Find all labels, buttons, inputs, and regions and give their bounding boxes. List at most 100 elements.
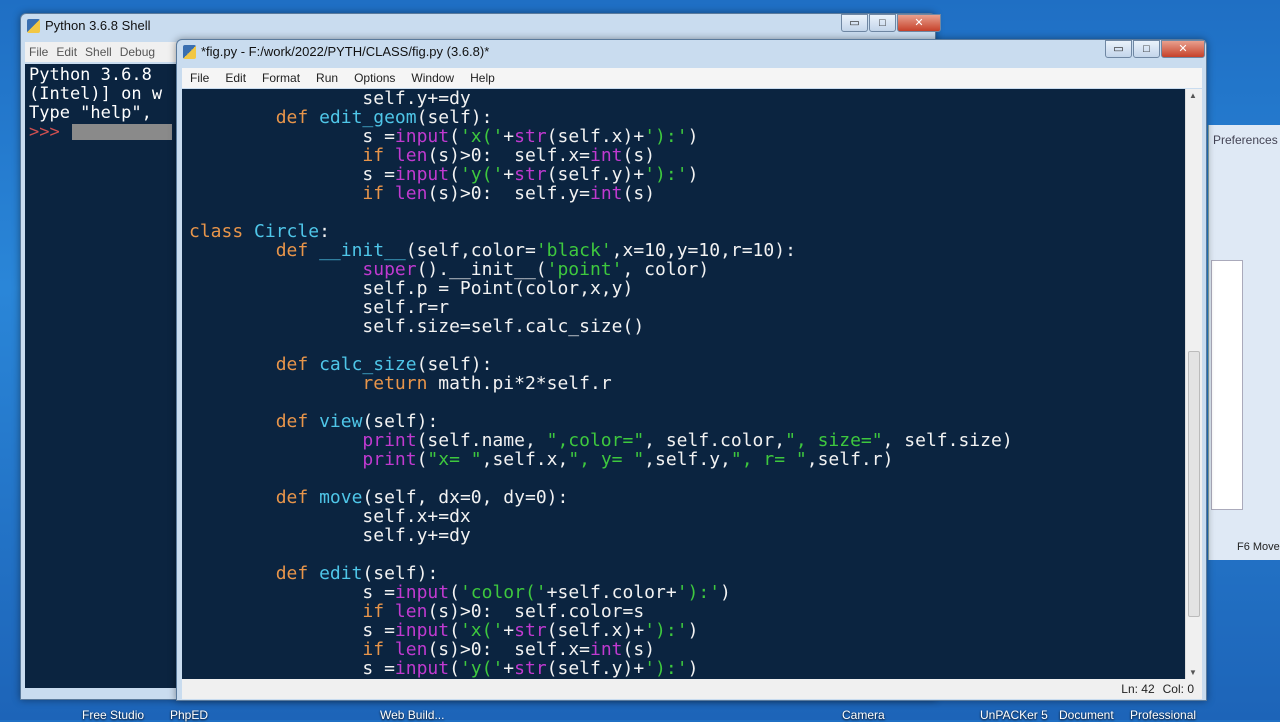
code-line: def view(self): — [189, 412, 1185, 431]
code-token: ", y= " — [568, 449, 645, 470]
code-token: def — [275, 354, 309, 375]
code-token: ) — [687, 620, 699, 641]
code-token: ( — [416, 449, 428, 470]
code-token: self.y+=dy — [189, 525, 471, 546]
code-token: 'x(' — [459, 126, 504, 147]
code-token: ( — [449, 620, 460, 641]
code-token: (self, dx=0, dy=0): — [362, 487, 569, 508]
code-token: (self.y)+ — [546, 164, 645, 185]
close-button[interactable]: ✕ — [897, 14, 941, 32]
close-button[interactable]: ✕ — [1161, 40, 1205, 58]
code-token: ( — [449, 164, 460, 185]
background-window[interactable]: Preferences F6 Move — [1208, 125, 1280, 560]
shell-output[interactable]: Python 3.6.8 (Intel)] on w Type "help", >>… — [25, 64, 185, 688]
code-token: math.pi*2*self.r — [427, 373, 612, 394]
code-line: print("x= ",self.x,", y= ",self.y,", r= … — [189, 450, 1185, 469]
code-token: , self.color, — [644, 430, 786, 451]
column-number: Col: 0 — [1162, 682, 1194, 696]
vertical-scrollbar[interactable]: ▲ ▼ — [1185, 89, 1202, 679]
code-token: (self.name, — [416, 430, 547, 451]
menu-help[interactable]: Help — [462, 71, 503, 85]
code-token: def — [275, 240, 309, 261]
code-token: ", r= " — [730, 449, 807, 470]
code-token: self.p = Point(color,x,y) — [189, 278, 634, 299]
menu-run[interactable]: Run — [308, 71, 346, 85]
code-token: input — [394, 620, 450, 641]
code-token: input — [394, 164, 450, 185]
code-token: s = — [189, 164, 395, 185]
code-line: s =input('x('+str(self.x)+'):') — [189, 127, 1185, 146]
code-token: str — [514, 126, 547, 147]
code-token: 'point' — [546, 259, 623, 280]
menu-shell[interactable]: Shell — [81, 45, 116, 59]
code-line: self.size=self.calc_size() — [189, 317, 1185, 336]
code-token: (self): — [362, 411, 439, 432]
code-token: +self.color+ — [546, 582, 677, 603]
code-line: def __init__(self,color='black',x=10,y=1… — [189, 241, 1185, 260]
code-token: 'x(' — [459, 620, 504, 641]
code-token: __init__ — [319, 240, 406, 261]
menu-edit[interactable]: Edit — [52, 45, 81, 59]
code-token: edit — [319, 563, 363, 584]
menu-file[interactable]: File — [182, 71, 217, 85]
menu-edit[interactable]: Edit — [217, 71, 254, 85]
code-token: + — [503, 620, 515, 641]
code-token: len — [394, 639, 428, 660]
code-token: s = — [189, 620, 395, 641]
code-line: s =input('x('+str(self.x)+'):') — [189, 621, 1185, 640]
scroll-up-arrow-icon[interactable]: ▲ — [1189, 91, 1197, 100]
code-line: def edit(self): — [189, 564, 1185, 583]
scrollbar-thumb[interactable] — [1188, 351, 1200, 617]
code-token: (self): — [362, 563, 439, 584]
code-token: "x= " — [427, 449, 482, 470]
maximize-button[interactable]: □ — [1133, 40, 1160, 58]
editor-window[interactable]: *fig.py - F:/work/2022/PYTH/CLASS/fig.py… — [176, 39, 1207, 701]
shell-line: (Intel)] on w — [29, 84, 163, 104]
code-token: class — [189, 221, 244, 242]
code-token: s = — [189, 126, 395, 147]
code-line: if len(s)>0: self.y=int(s) — [189, 184, 1185, 203]
code-line: s =input('y('+str(self.y)+'):') — [189, 165, 1185, 184]
minimize-button[interactable]: ▭ — [841, 14, 868, 32]
menu-file[interactable]: File — [25, 45, 52, 59]
scroll-down-arrow-icon[interactable]: ▼ — [1189, 668, 1197, 677]
code-line: s =input('color('+self.color+'):') — [189, 583, 1185, 602]
menu-debug[interactable]: Debug — [116, 45, 159, 59]
code-token: def — [275, 411, 309, 432]
code-token: (s)>0: self.y= — [427, 183, 590, 204]
menu-options[interactable]: Options — [346, 71, 403, 85]
python-icon — [183, 45, 196, 59]
code-token: str — [514, 658, 547, 679]
code-token: calc_size — [319, 354, 417, 375]
python-icon — [27, 19, 40, 33]
code-token: ( — [449, 126, 460, 147]
code-token: + — [503, 126, 515, 147]
maximize-button[interactable]: □ — [869, 14, 896, 32]
code-token: (s) — [622, 639, 656, 660]
menu-window[interactable]: Window — [403, 71, 462, 85]
code-token: (self.x)+ — [546, 620, 645, 641]
code-token: '):' — [644, 126, 688, 147]
shell-title: Python 3.6.8 Shell — [45, 18, 151, 33]
code-token: def — [275, 107, 309, 128]
shell-input-highlight[interactable] — [71, 124, 172, 140]
shell-line: Python 3.6.8 — [29, 65, 152, 85]
code-line: def move(self, dx=0, dy=0): — [189, 488, 1185, 507]
code-token: (s) — [622, 183, 656, 204]
code-token: ", size=" — [785, 430, 883, 451]
menu-format[interactable]: Format — [254, 71, 308, 85]
code-token: ",color=" — [546, 430, 645, 451]
minimize-button[interactable]: ▭ — [1105, 40, 1132, 58]
code-editor[interactable]: self.y+=dy def edit_geom(self): s =input… — [182, 89, 1185, 679]
